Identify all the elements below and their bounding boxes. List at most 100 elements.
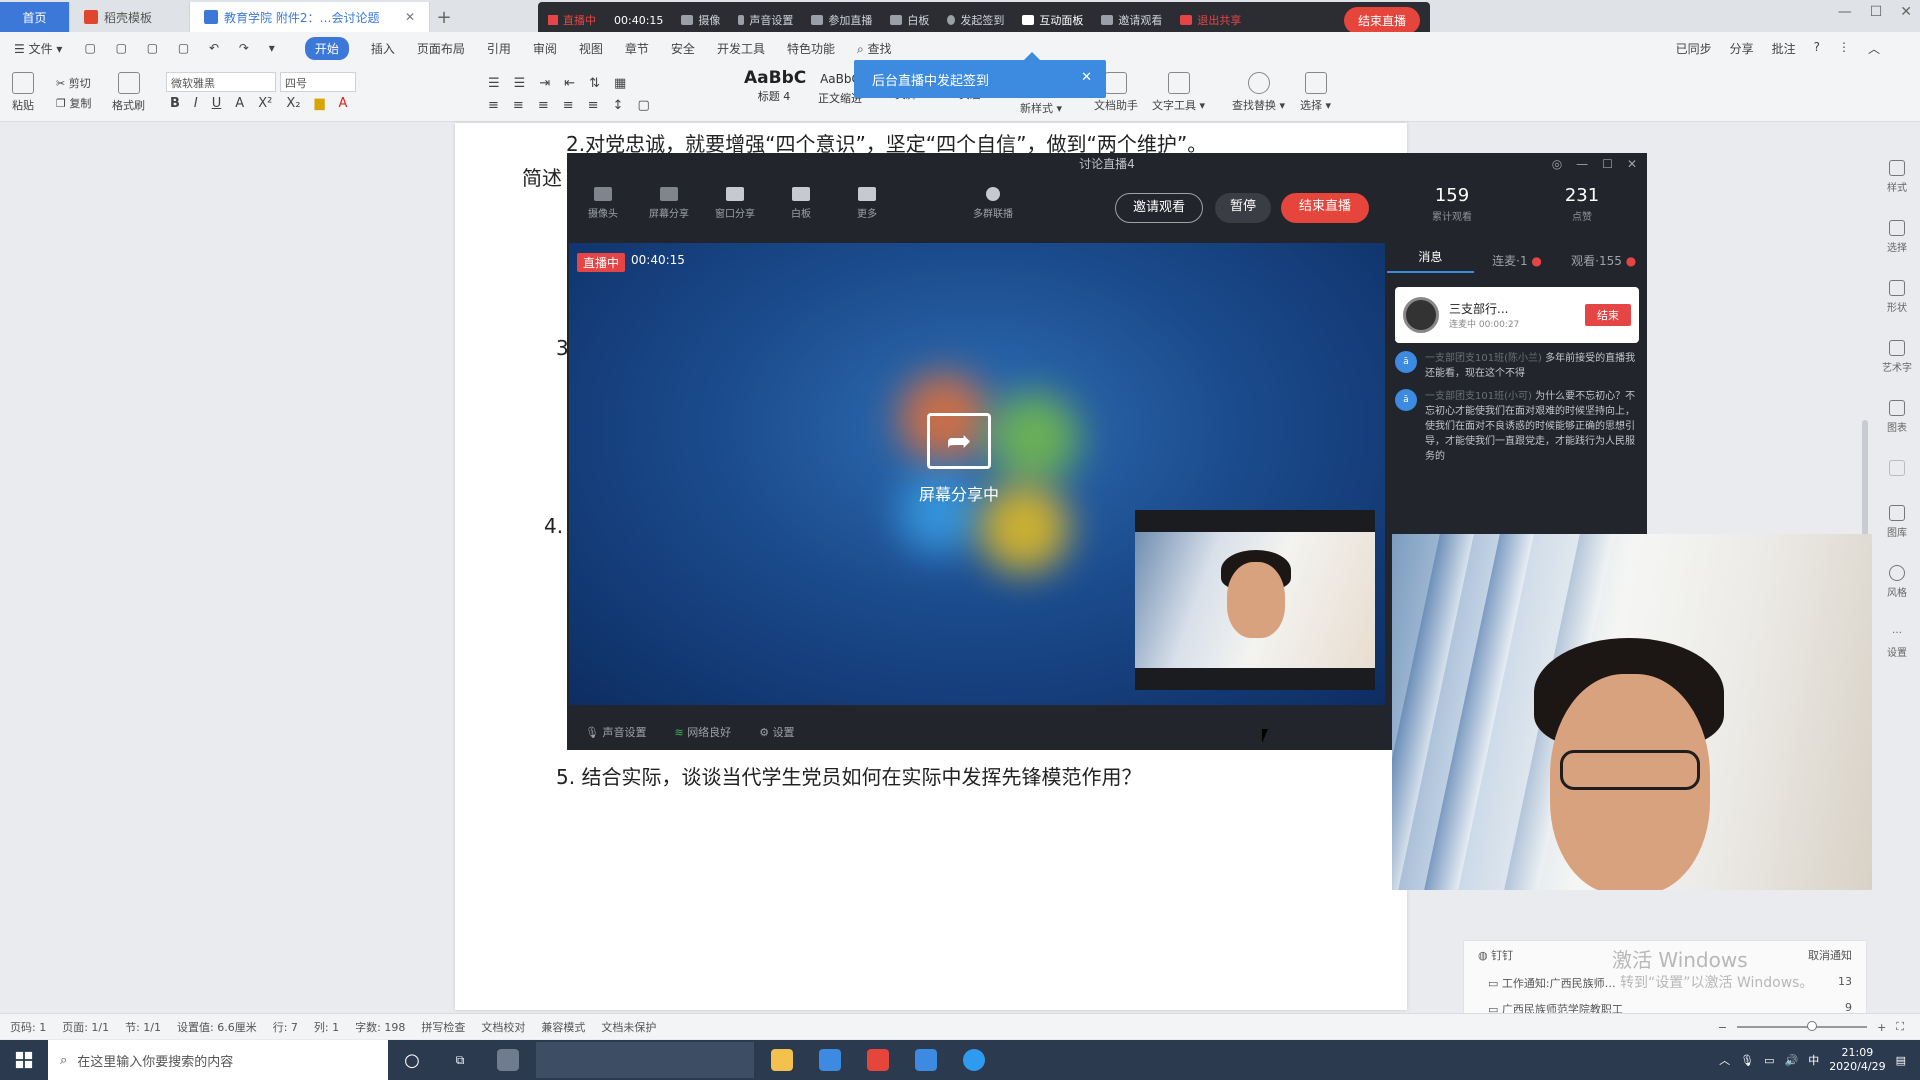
join-live[interactable]: 参加直播 bbox=[811, 12, 872, 28]
more-icon[interactable]: ⋮ bbox=[1838, 40, 1850, 57]
doc-line-5[interactable]: 5. 结合实际，谈谈当代学生党员如何在实际中发挥先锋模范作用？ bbox=[556, 761, 1141, 790]
menu-view[interactable]: 视图 bbox=[579, 40, 603, 57]
menu-review[interactable]: 审阅 bbox=[533, 40, 557, 57]
sidebar-style[interactable]: 样式 bbox=[1887, 160, 1907, 194]
whiteboard[interactable]: 白板 bbox=[890, 12, 929, 28]
camera-pip[interactable] bbox=[1135, 510, 1375, 690]
copy-button[interactable]: ❐ 复制 bbox=[56, 94, 91, 114]
exit-share[interactable]: 退出共享 bbox=[1180, 12, 1241, 28]
close-icon[interactable]: ✕ bbox=[405, 10, 415, 24]
running-app[interactable] bbox=[536, 1042, 754, 1078]
close-icon[interactable]: ✕ bbox=[1081, 70, 1092, 85]
sidebar-wordart[interactable]: 艺术字 bbox=[1882, 340, 1912, 374]
sidebar-gallery[interactable]: 图库 bbox=[1887, 505, 1907, 539]
help-icon[interactable]: ? bbox=[1814, 40, 1820, 57]
tool-more[interactable]: 更多 bbox=[847, 186, 887, 220]
status-proofread[interactable]: 文档校对 bbox=[481, 1019, 525, 1035]
tool-window-share[interactable]: 窗口分享 bbox=[715, 186, 755, 220]
sidebar-shape[interactable]: 形状 bbox=[1887, 280, 1907, 314]
menu-security[interactable]: 安全 bbox=[671, 40, 695, 57]
volume-icon[interactable]: 🔊 bbox=[1784, 1054, 1798, 1067]
chevron-up-icon[interactable]: ︿ bbox=[1719, 1052, 1730, 1068]
sidebar-chart[interactable]: 图表 bbox=[1887, 400, 1907, 434]
file-menu[interactable]: ☰ 文件 ▾ bbox=[14, 40, 62, 57]
border-icon[interactable]: ▢ bbox=[637, 98, 649, 113]
justify-icon[interactable]: ≡ bbox=[563, 98, 574, 113]
pause-button[interactable]: 暂停 bbox=[1215, 193, 1271, 223]
interaction-panel[interactable]: 互动面板 bbox=[1022, 12, 1083, 28]
menu-start[interactable]: 开始 bbox=[304, 36, 349, 60]
sidebar-select[interactable]: 选择 bbox=[1887, 220, 1907, 254]
window-close-icon[interactable]: ✕ bbox=[1900, 4, 1912, 20]
minimize-icon[interactable]: — bbox=[1576, 153, 1588, 175]
new-style-button[interactable]: 新样式 ▾ bbox=[1020, 100, 1062, 116]
zoom-handle[interactable] bbox=[1807, 1021, 1818, 1031]
invite-watch-button[interactable]: 邀请观看 bbox=[1115, 193, 1203, 223]
distribute-icon[interactable]: ≡ bbox=[588, 98, 599, 113]
tab-docer[interactable]: 稻壳模板 bbox=[70, 2, 190, 32]
sound-settings[interactable]: 声音设置 bbox=[738, 12, 793, 28]
tab-home[interactable]: 首页 bbox=[0, 2, 70, 32]
font-family-select[interactable]: 微软雅黑 bbox=[166, 72, 276, 92]
ime-icon[interactable]: 中 bbox=[1808, 1052, 1819, 1068]
taskbar-search[interactable]: ⌕ 在这里输入你要搜索的内容 bbox=[48, 1040, 388, 1080]
clock[interactable]: 21:09 2020/4/29 bbox=[1829, 1046, 1885, 1074]
start-signin[interactable]: 发起签到 bbox=[947, 12, 1004, 28]
camera-toggle[interactable]: 摄像 bbox=[681, 12, 720, 28]
align-left-icon[interactable]: ≡ bbox=[488, 98, 499, 113]
mic-icon[interactable]: 🎙 bbox=[1740, 1054, 1754, 1067]
align-center-icon[interactable]: ≡ bbox=[513, 98, 524, 113]
font-color-icon[interactable]: A bbox=[235, 96, 244, 111]
tab-document[interactable]: 教育学院 附件2：…会讨论题 ✕ bbox=[190, 2, 430, 32]
cancel-notify[interactable]: 取消通知 bbox=[1808, 947, 1852, 963]
find-replace-button[interactable]: 查找替换 ▾ bbox=[1232, 72, 1285, 113]
line-spacing-icon[interactable]: ↕ bbox=[613, 98, 624, 113]
sync-button[interactable]: 已同步 bbox=[1676, 40, 1712, 57]
menu-layout[interactable]: 页面布局 bbox=[417, 40, 465, 57]
sort-icon[interactable]: ⇅ bbox=[589, 76, 600, 91]
tab-messages[interactable]: 消息 bbox=[1387, 248, 1474, 273]
font-size-select[interactable]: 四号 bbox=[280, 72, 356, 92]
sidebar-theme[interactable]: 风格 bbox=[1887, 565, 1907, 599]
new-tab-button[interactable]: + bbox=[430, 2, 458, 32]
pin-icon[interactable]: ◎ bbox=[1552, 153, 1562, 175]
menu-developer[interactable]: 开发工具 bbox=[717, 40, 765, 57]
settings-button[interactable]: ⚙ 设置 bbox=[759, 724, 794, 740]
status-protect[interactable]: 文档未保护 bbox=[601, 1019, 656, 1035]
doc-line-2[interactable]: 简述 bbox=[522, 162, 562, 191]
notification-center-icon[interactable]: ▤ bbox=[1896, 1054, 1906, 1067]
maximize-icon[interactable]: ☐ bbox=[1602, 153, 1613, 175]
menu-features[interactable]: 特色功能 bbox=[787, 40, 835, 57]
tool-camera[interactable]: 摄像头 bbox=[583, 186, 623, 220]
tool-screen-share[interactable]: 屏幕分享 bbox=[649, 186, 689, 220]
network-icon[interactable]: ▭ bbox=[1764, 1054, 1774, 1067]
app-icon[interactable] bbox=[902, 1040, 950, 1080]
paste-button[interactable]: 粘贴 bbox=[12, 72, 34, 113]
sidebar-blank[interactable] bbox=[1889, 460, 1905, 479]
status-wordcount[interactable]: 字数: 198 bbox=[355, 1019, 405, 1035]
text-color-icon[interactable]: A bbox=[338, 96, 347, 111]
tab-viewers[interactable]: 观看·155 ● bbox=[1560, 252, 1647, 269]
superscript-icon[interactable]: X² bbox=[258, 96, 272, 111]
menu-insert[interactable]: 插入 bbox=[371, 40, 395, 57]
end-live-button[interactable]: 结束直播 bbox=[1343, 6, 1420, 34]
fullscreen-icon[interactable]: ⛶ bbox=[1896, 1020, 1904, 1034]
menu-references[interactable]: 引用 bbox=[487, 40, 511, 57]
camera-overlay[interactable] bbox=[1392, 534, 1872, 890]
numbering-icon[interactable]: ☰ bbox=[514, 76, 526, 91]
dingtalk-icon[interactable] bbox=[950, 1040, 998, 1080]
italic-icon[interactable]: I bbox=[194, 96, 198, 111]
minimize-icon[interactable]: — bbox=[1838, 4, 1852, 20]
screen-share-preview[interactable]: 直播中 00:40:15 ➦ 屏幕分享中 bbox=[569, 243, 1385, 705]
app-icon[interactable] bbox=[806, 1040, 854, 1080]
quick-access-icons[interactable]: ▢ ▢ ▢ ▢ ↶ ↷ ▾ bbox=[84, 41, 282, 55]
zoom-in-icon[interactable]: + bbox=[1877, 1021, 1886, 1034]
doc-line-4[interactable]: 4. bbox=[544, 514, 563, 538]
bold-icon[interactable]: B bbox=[170, 96, 180, 111]
cut-button[interactable]: ✂ 剪切 bbox=[56, 74, 91, 94]
table-icon[interactable]: ▦ bbox=[614, 76, 626, 91]
start-button[interactable] bbox=[0, 1040, 48, 1080]
task-view-icon[interactable]: ⧉ bbox=[436, 1040, 484, 1080]
align-right-icon[interactable]: ≡ bbox=[538, 98, 549, 113]
invite-watch[interactable]: 邀请观看 bbox=[1101, 12, 1162, 28]
